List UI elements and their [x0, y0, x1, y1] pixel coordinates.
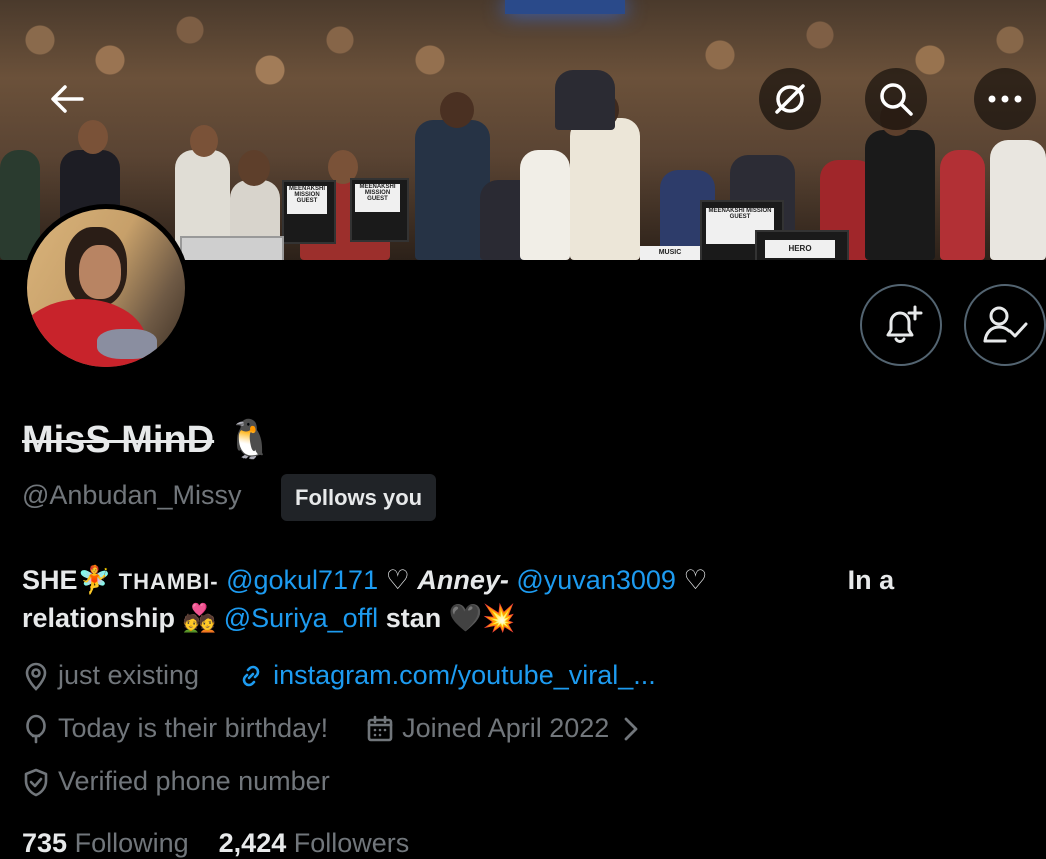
person [990, 140, 1046, 260]
search-icon [878, 81, 914, 117]
calendar-icon [366, 715, 394, 743]
person [865, 130, 935, 260]
location-text: just existing [58, 660, 200, 690]
seat-card: MEENAKSHI MISSION GUEST [287, 186, 327, 214]
display-name: MisS MinD 🐧 [22, 418, 273, 462]
meta-row-location: just existing instagram.com/youtube_vira… [22, 660, 694, 691]
verified-phone-text: Verified phone number [58, 766, 330, 796]
meta-row-dates: Today is their birthday! Joined April 20… [22, 713, 677, 744]
slashed-circle-icon [772, 81, 808, 117]
bio-she: SHE [22, 565, 78, 595]
avatar-hand [97, 329, 157, 359]
website-link[interactable]: instagram.com/youtube_viral_... [273, 660, 656, 691]
avatar-image [27, 209, 185, 367]
bio: SHE🧚 THAMBI- @gokul7171 ♡ Anney- @yuvan3… [22, 562, 1022, 636]
penguin-emoji: 🐧 [226, 419, 274, 461]
avatar-face [79, 245, 121, 299]
chevron-right-icon [623, 716, 639, 742]
followers-value: 2,424 [218, 828, 287, 858]
follow-counts: 735 Following 2,424 Followers [22, 828, 409, 859]
seat-card: MEENAKSHI MISSION GUEST [355, 184, 400, 212]
following-label: Following [74, 828, 189, 858]
display-name-text: MisS MinD [22, 418, 215, 461]
seat [180, 236, 284, 260]
bio-thambi: THAMBI- [118, 569, 219, 594]
bell-plus-icon [879, 303, 923, 347]
person [520, 150, 570, 260]
no-translate-button[interactable] [759, 68, 821, 130]
boom-emoji: 💥 [482, 603, 516, 633]
seat-card-hero: HERO [765, 240, 835, 258]
bio-stan: stan [385, 603, 442, 633]
person-head [238, 150, 270, 186]
ellipsis-icon [987, 94, 1023, 104]
fairy-emoji: 🧚 [77, 565, 112, 595]
black-heart-emoji: 🖤 [448, 603, 483, 633]
location: just existing [22, 660, 199, 691]
person [415, 120, 490, 260]
joined-text: Joined April 2022 [402, 713, 610, 743]
shield-check-icon [22, 767, 50, 797]
back-button[interactable] [36, 68, 98, 130]
person-head [440, 92, 474, 128]
link-icon [237, 662, 265, 690]
mention-yuvan[interactable]: @yuvan3009 [516, 565, 676, 595]
more-button[interactable] [974, 68, 1036, 130]
birthday: Today is their birthday! [22, 713, 328, 744]
follows-you-badge: Follows you [281, 474, 437, 521]
meta-row-verified: Verified phone number [22, 766, 368, 797]
seat-card-music: MUSIC [640, 246, 700, 260]
avatar[interactable] [22, 204, 190, 372]
bio-anney: Anney- [417, 565, 509, 595]
handle: @Anbudan_Missy [22, 480, 242, 510]
couple-emoji: 💑 [182, 603, 217, 633]
followers-label: Followers [293, 828, 410, 858]
person-head [190, 125, 218, 157]
location-pin-icon [22, 661, 50, 691]
balloon-icon [22, 714, 50, 744]
website[interactable]: instagram.com/youtube_viral_... [237, 660, 656, 691]
notify-button[interactable] [860, 284, 942, 366]
mention-suriya[interactable]: @Suriya_offl [224, 603, 379, 633]
followers-count[interactable]: 2,424 Followers [219, 828, 410, 858]
following-count[interactable]: 735 Following [22, 828, 189, 858]
following-value: 735 [22, 828, 68, 858]
mention-gokul[interactable]: @gokul7171 [226, 565, 378, 595]
person [555, 70, 615, 130]
arrow-left-icon [50, 84, 84, 114]
person [570, 118, 640, 260]
person [940, 150, 985, 260]
person-check-icon [982, 303, 1028, 347]
joined[interactable]: Joined April 2022 [366, 713, 639, 744]
birthday-text: Today is their birthday! [58, 713, 329, 743]
verified-phone: Verified phone number [22, 766, 330, 797]
search-button[interactable] [865, 68, 927, 130]
following-button[interactable] [964, 284, 1046, 366]
heart-outline: ♡ [683, 565, 708, 595]
heart-outline: ♡ [385, 565, 410, 595]
